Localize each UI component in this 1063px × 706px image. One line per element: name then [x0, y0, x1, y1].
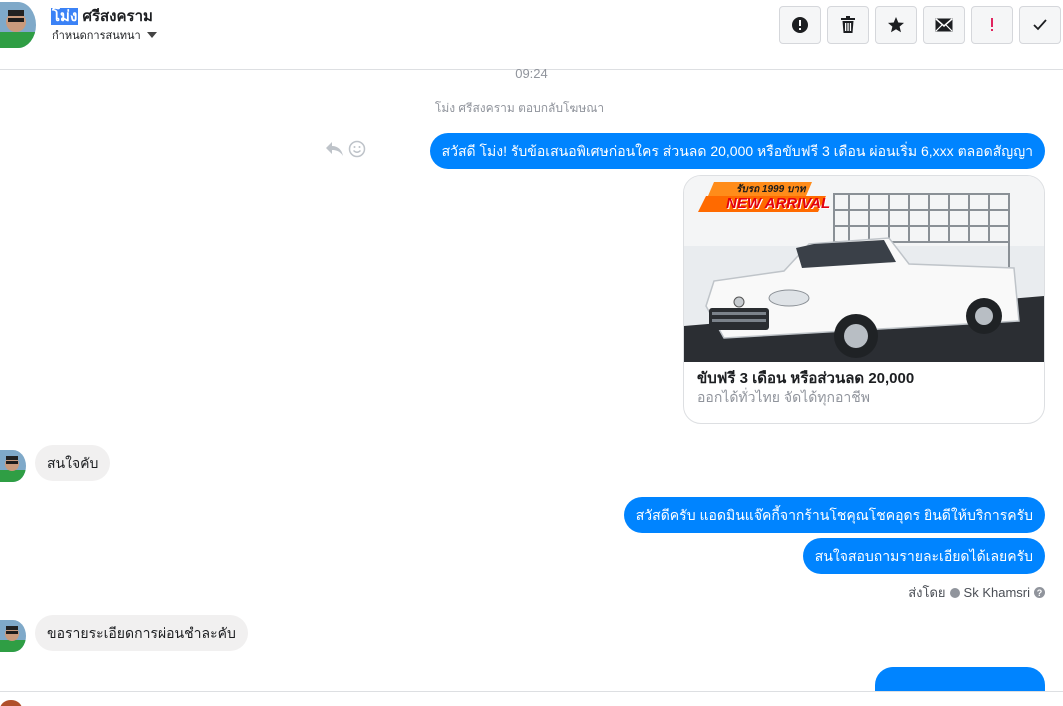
trash-icon [841, 16, 855, 33]
envelope-icon [935, 18, 953, 32]
message-actions [324, 140, 366, 158]
contact-name-rest: ศรีสงคราม [78, 8, 153, 25]
outgoing-message[interactable]: สวัสดีครับ แอดมินแจ๊คกี้จากร้านโชคุณโชคอ… [623, 497, 1045, 533]
ad-card-image: รับรถ 1999 บาท NEW ARRIVAL [684, 176, 1044, 362]
conversation-header: โม่ง ศรีสงคราม กำหนดการสนทนา [0, 0, 1063, 70]
conversation-settings-label: กำหนดการสนทนา [52, 30, 141, 42]
sent-by-info: ส่งโดย Sk Khamsri ? [908, 582, 1045, 603]
ad-card-banner-main: NEW ARRIVAL [726, 195, 831, 212]
reply-icon[interactable] [324, 140, 344, 158]
sender-avatar [0, 620, 26, 652]
ad-card-subtitle: ออกได้ทั่วไทย จัดได้ทุกอาชีพ [697, 389, 871, 405]
composer-bar [0, 691, 1063, 706]
exclamation-icon [991, 18, 993, 31]
star-icon [888, 17, 904, 33]
contact-name[interactable]: โม่ง ศรีสงคราม [51, 4, 153, 28]
contact-name-highlight: โม่ง [51, 8, 79, 25]
sent-by-name[interactable]: Sk Khamsri [964, 585, 1030, 600]
contact-avatar[interactable] [0, 2, 36, 48]
verified-icon [949, 587, 960, 598]
help-icon[interactable]: ? [1034, 587, 1045, 598]
report-button[interactable] [779, 6, 821, 44]
mark-unread-button[interactable] [923, 6, 965, 44]
sender-avatar [0, 450, 26, 482]
message-timestamp: 09:24 [515, 66, 548, 81]
caret-down-icon [146, 32, 157, 38]
star-button[interactable] [875, 6, 917, 44]
ad-reply-note-text: โม่ง ศรีสงคราม ตอบกลับโฆษณา [434, 101, 605, 115]
header-actions [779, 6, 1061, 44]
check-icon [1033, 19, 1047, 31]
alert-circle-icon [792, 17, 808, 33]
sent-by-label: ส่งโดย [908, 585, 946, 600]
mark-spam-button[interactable] [971, 6, 1013, 44]
page-avatar [0, 700, 22, 706]
smiley-icon[interactable] [348, 140, 366, 158]
outgoing-message[interactable]: สวัสดี โม่ง! รับข้อเสนอพิเศษก่อนใคร ส่วน… [429, 133, 1045, 169]
ad-reply-note: โม่ง ศรีสงคราม ตอบกลับโฆษณา [0, 99, 1063, 118]
outgoing-message-partial[interactable] [875, 667, 1045, 691]
conversation-settings-dropdown[interactable]: กำหนดการสนทนา [52, 26, 157, 44]
delete-button[interactable] [827, 6, 869, 44]
incoming-message[interactable]: สนใจคับ [35, 445, 111, 481]
outgoing-message[interactable]: สนใจสอบถามรายละเอียดได้เลยครับ [802, 538, 1045, 574]
mark-done-button[interactable] [1019, 6, 1061, 44]
ad-card[interactable]: รับรถ 1999 บาท NEW ARRIVAL ขับฟรี 3 เดือ… [683, 175, 1045, 424]
incoming-message[interactable]: ขอรายระเอียดการผ่อนชำละคับ [35, 615, 248, 651]
